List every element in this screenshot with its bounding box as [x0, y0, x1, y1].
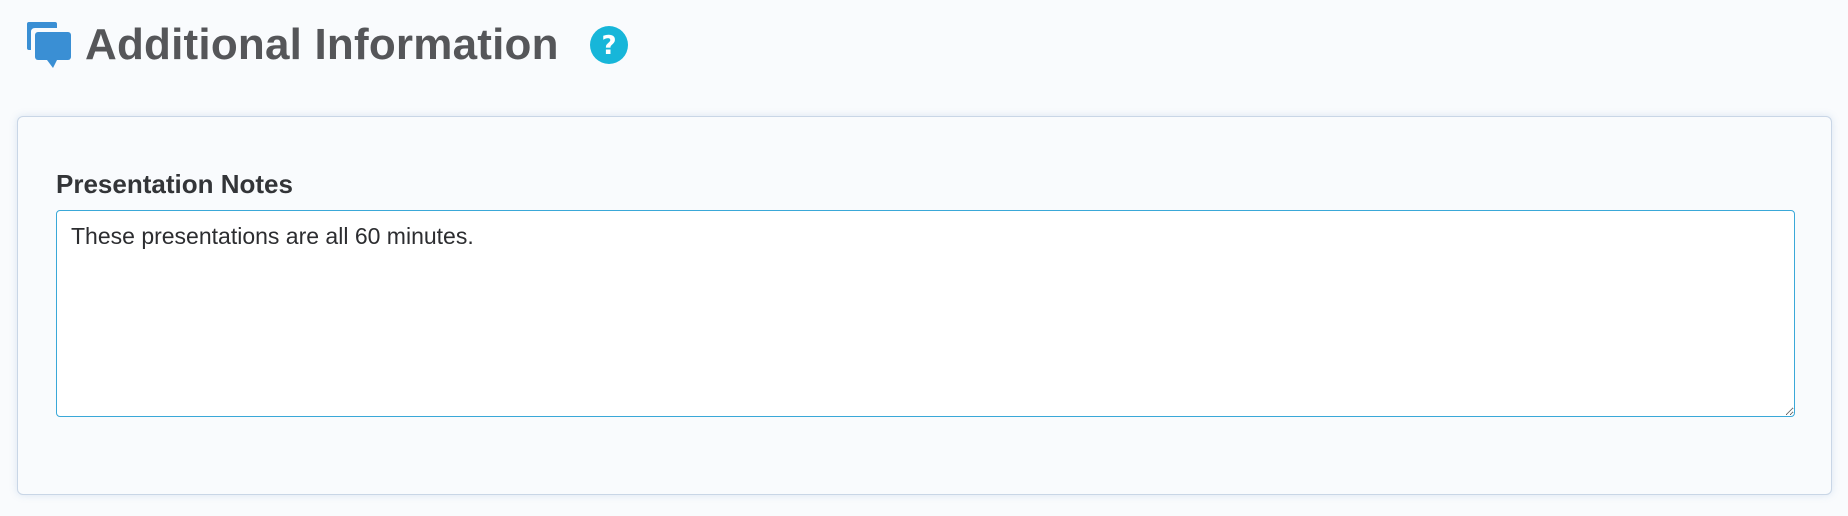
question-circle-icon[interactable]: ? — [589, 25, 629, 65]
svg-text:?: ? — [601, 31, 616, 61]
page-title: Additional Information — [85, 20, 559, 69]
presentation-notes-textarea[interactable]: These presentations are all 60 minutes. — [56, 210, 1795, 417]
additional-information-panel: Presentation Notes These presentations a… — [17, 116, 1832, 495]
chat-bubbles-icon — [25, 20, 73, 70]
page-header: Additional Information ? — [25, 15, 629, 75]
presentation-notes-label: Presentation Notes — [56, 169, 293, 199]
